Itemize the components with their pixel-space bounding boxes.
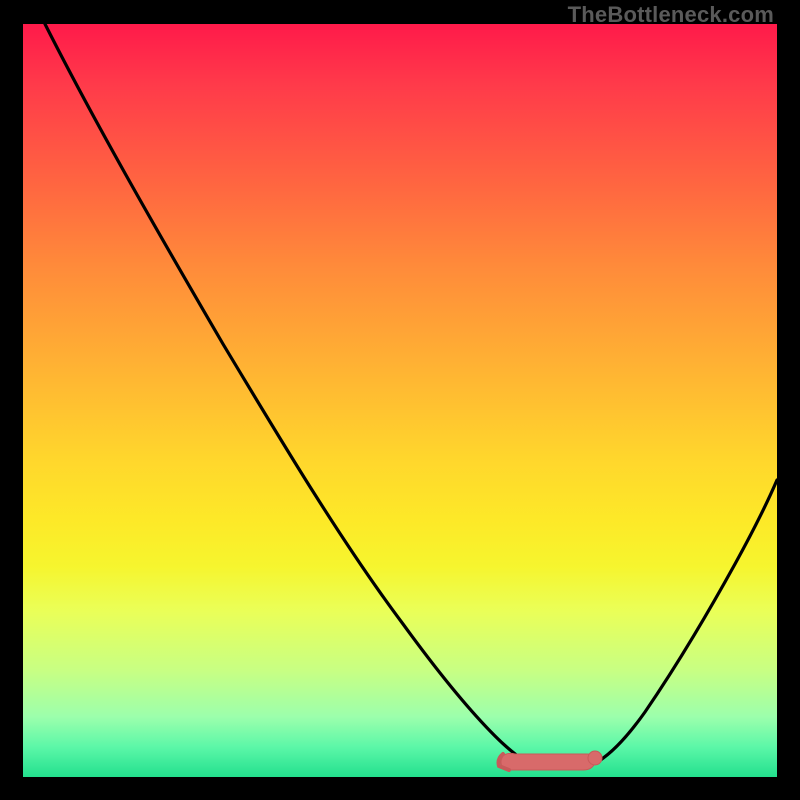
plot-area [23,24,777,777]
curves-layer [23,24,777,777]
attribution-text: TheBottleneck.com [568,2,774,28]
optimal-range-marker [499,751,603,770]
left-curve [45,24,525,761]
chart-frame: TheBottleneck.com [0,0,800,800]
right-curve [599,480,777,761]
